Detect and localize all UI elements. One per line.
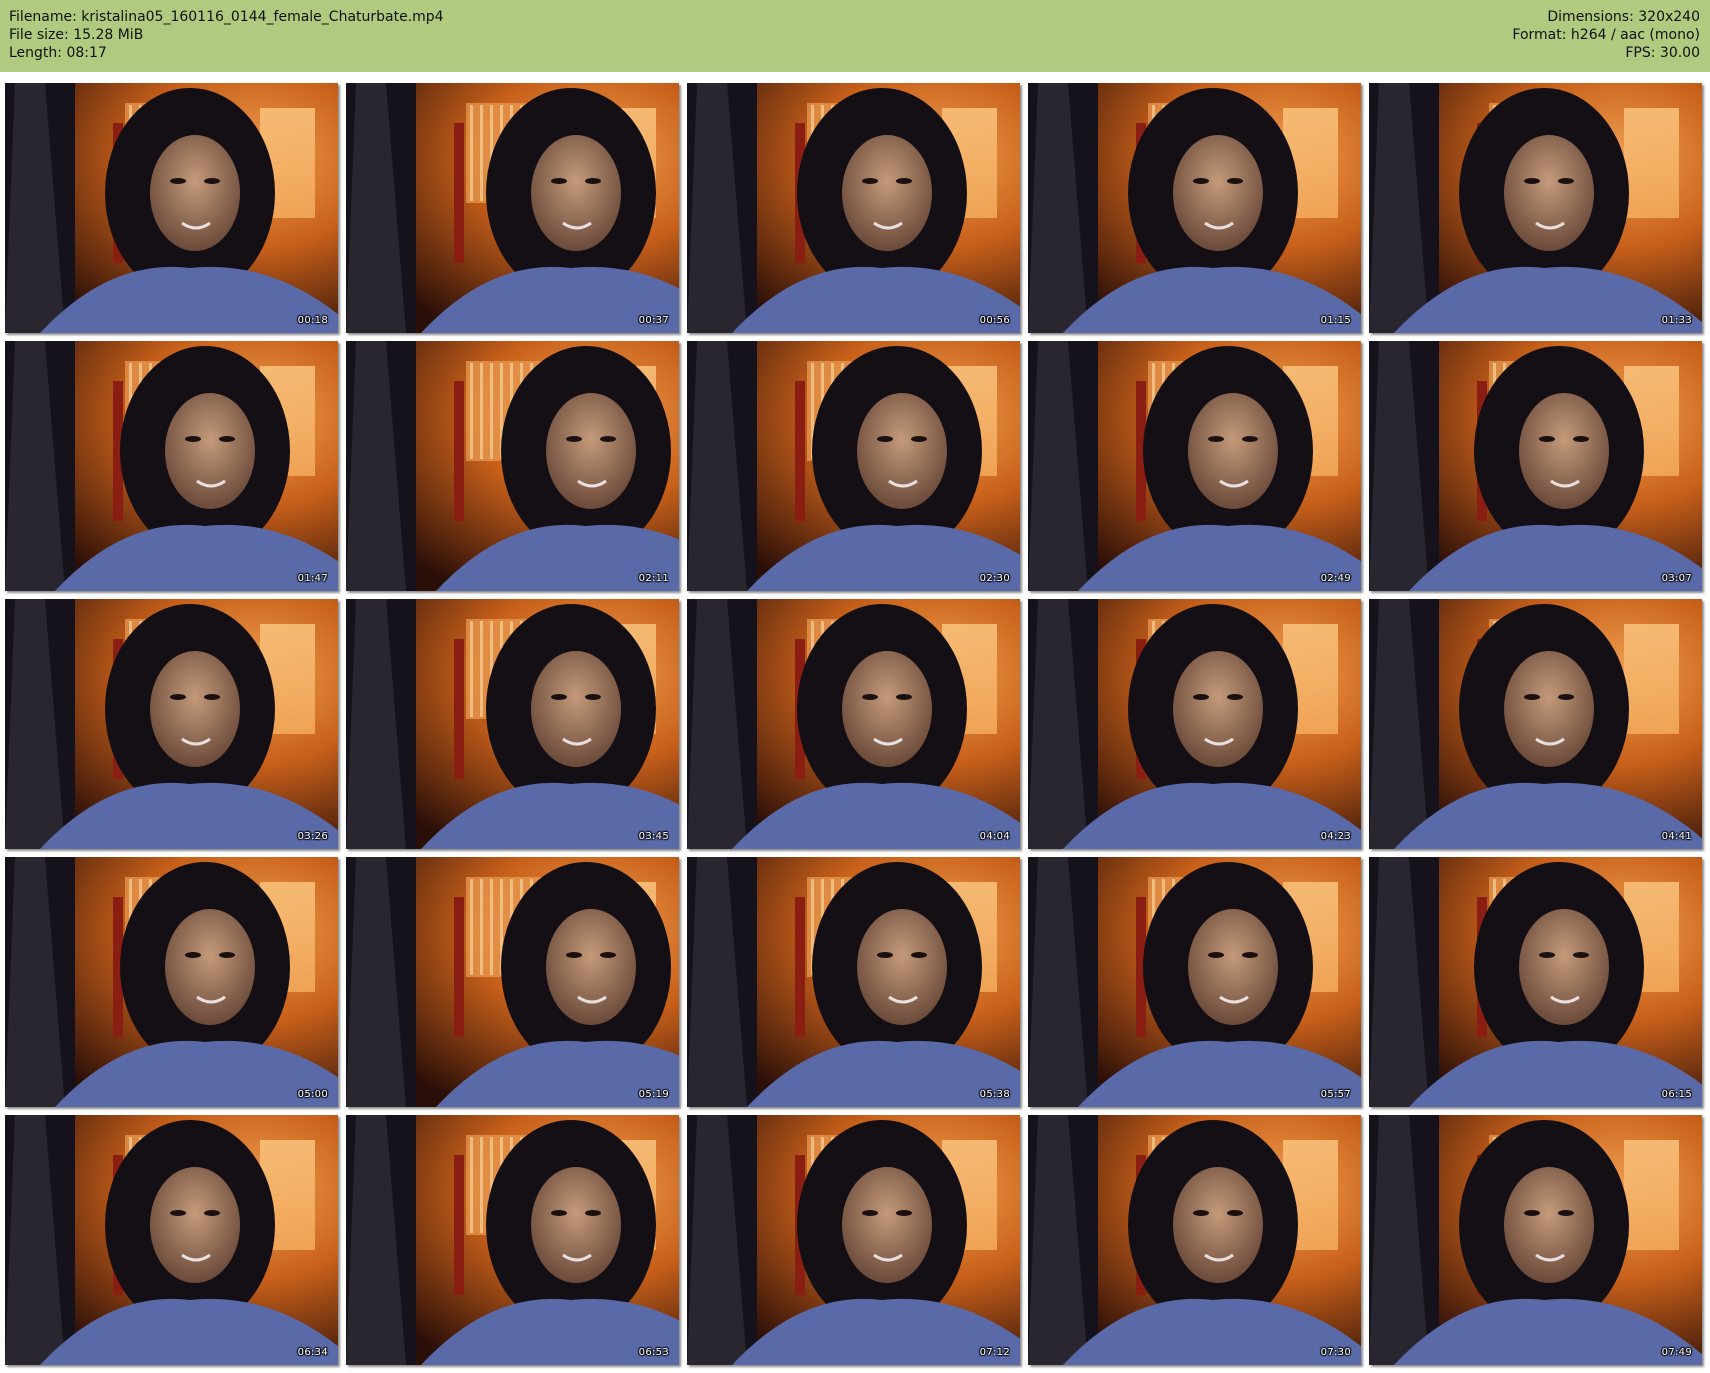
video-thumbnail: 00:18: [5, 83, 338, 333]
video-thumbnail: 04:41: [1369, 599, 1702, 849]
timestamp-label: 02:30: [979, 573, 1010, 584]
timestamp-label: 06:34: [297, 1347, 328, 1358]
timestamp-label: 02:11: [638, 573, 669, 584]
timestamp-label: 03:07: [1661, 573, 1692, 584]
timestamp-label: 01:47: [297, 573, 328, 584]
frame-image: [346, 599, 679, 849]
timestamp-label: 01:15: [1320, 315, 1351, 326]
timestamp-label: 06:53: [638, 1347, 669, 1358]
frame-image: [687, 599, 1020, 849]
fps-text: FPS: 30.00: [1625, 45, 1700, 61]
frame-image: [1028, 1115, 1361, 1365]
frame-image: [1369, 1115, 1702, 1365]
frame-image: [1028, 83, 1361, 333]
video-thumbnail: 07:12: [687, 1115, 1020, 1365]
timestamp-label: 05:19: [638, 1089, 669, 1100]
frame-image: [1028, 857, 1361, 1107]
format-text: Format: h264 / aac (mono): [1512, 27, 1700, 43]
info-left: Filename: kristalina05_160116_0144_femal…: [9, 8, 444, 62]
frame-image: [5, 1115, 338, 1365]
timestamp-label: 04:04: [979, 831, 1010, 842]
frame-image: [346, 83, 679, 333]
timestamp-label: 05:00: [297, 1089, 328, 1100]
video-thumbnail: 07:49: [1369, 1115, 1702, 1365]
video-thumbnail: 06:34: [5, 1115, 338, 1365]
video-thumbnail: 04:04: [687, 599, 1020, 849]
timestamp-label: 01:33: [1661, 315, 1692, 326]
dimensions-text: Dimensions: 320x240: [1547, 9, 1700, 25]
timestamp-label: 00:37: [638, 315, 669, 326]
frame-image: [5, 599, 338, 849]
timestamp-label: 03:26: [297, 831, 328, 842]
video-thumbnail: 05:57: [1028, 857, 1361, 1107]
timestamp-label: 03:45: [638, 831, 669, 842]
frame-image: [5, 857, 338, 1107]
info-header: Filename: kristalina05_160116_0144_femal…: [0, 0, 1710, 72]
video-thumbnail: 02:30: [687, 341, 1020, 591]
filename-text: Filename: kristalina05_160116_0144_femal…: [9, 9, 444, 25]
frame-image: [346, 1115, 679, 1365]
video-thumbnail: 06:15: [1369, 857, 1702, 1107]
video-thumbnail: 03:45: [346, 599, 679, 849]
video-thumbnail: 02:11: [346, 341, 679, 591]
video-thumbnail: 01:47: [5, 341, 338, 591]
video-thumbnail: 00:56: [687, 83, 1020, 333]
frame-image: [687, 1115, 1020, 1365]
video-thumbnail: 00:37: [346, 83, 679, 333]
frame-image: [687, 83, 1020, 333]
video-thumbnail: 06:53: [346, 1115, 679, 1365]
timestamp-label: 04:41: [1661, 831, 1692, 842]
frame-image: [5, 341, 338, 591]
frame-image: [1369, 341, 1702, 591]
video-thumbnail: 01:15: [1028, 83, 1361, 333]
video-thumbnail: 03:07: [1369, 341, 1702, 591]
filesize-text: File size: 15.28 MiB: [9, 27, 144, 43]
frame-image: [5, 83, 338, 333]
timestamp-label: 00:18: [297, 315, 328, 326]
video-thumbnail: 05:38: [687, 857, 1020, 1107]
timestamp-label: 04:23: [1320, 831, 1351, 842]
video-thumbnail: 02:49: [1028, 341, 1361, 591]
timestamp-label: 07:30: [1320, 1347, 1351, 1358]
frame-image: [346, 857, 679, 1107]
timestamp-label: 05:57: [1320, 1089, 1351, 1100]
frame-image: [1028, 341, 1361, 591]
frame-image: [1369, 857, 1702, 1107]
frame-image: [687, 341, 1020, 591]
video-thumbnail: 05:00: [5, 857, 338, 1107]
video-thumbnail: 01:33: [1369, 83, 1702, 333]
video-thumbnail: 03:26: [5, 599, 338, 849]
length-text: Length: 08:17: [9, 45, 107, 61]
frame-image: [1028, 599, 1361, 849]
timestamp-label: 06:15: [1661, 1089, 1692, 1100]
thumbnail-grid: 00:18 00:37 00:56 01:15 01:33 01:47 02:11 02:30…: [5, 83, 1705, 1368]
video-thumbnail: 04:23: [1028, 599, 1361, 849]
timestamp-label: 00:56: [979, 315, 1010, 326]
frame-image: [1369, 83, 1702, 333]
info-right: Dimensions: 320x240 Format: h264 / aac (…: [1512, 8, 1700, 62]
frame-image: [687, 857, 1020, 1107]
timestamp-label: 07:49: [1661, 1347, 1692, 1358]
video-thumbnail: 05:19: [346, 857, 679, 1107]
timestamp-label: 05:38: [979, 1089, 1010, 1100]
timestamp-label: 07:12: [979, 1347, 1010, 1358]
frame-image: [346, 341, 679, 591]
timestamp-label: 02:49: [1320, 573, 1351, 584]
frame-image: [1369, 599, 1702, 849]
video-thumbnail: 07:30: [1028, 1115, 1361, 1365]
